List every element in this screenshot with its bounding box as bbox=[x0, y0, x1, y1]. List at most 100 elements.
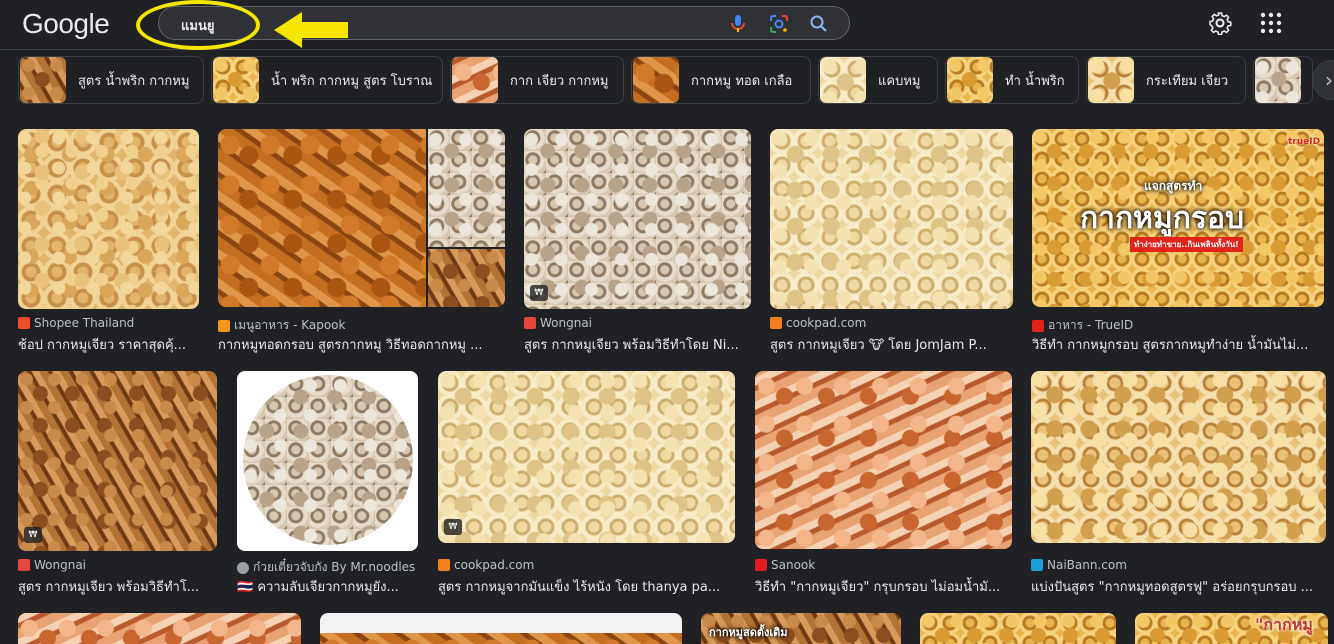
result-source[interactable]: cookpad.com bbox=[438, 558, 735, 572]
chip-thumbnail bbox=[947, 57, 993, 103]
chip-thumbnail bbox=[820, 57, 866, 103]
chip-thumbnail bbox=[633, 57, 679, 103]
result-source[interactable]: เมนูอาหาร - Kapook bbox=[218, 316, 505, 335]
result-thumbnail[interactable] bbox=[320, 613, 682, 644]
overlay-caption: "กากหมู bbox=[1255, 615, 1313, 634]
chip-label: กากหมู ทอด เกลือ bbox=[691, 73, 793, 89]
google-logo[interactable]: Google bbox=[22, 8, 110, 40]
chips-next-button[interactable]: › bbox=[1312, 60, 1334, 100]
result-thumbnail[interactable] bbox=[237, 371, 418, 551]
result-title[interactable]: สูตร กากหมูเจียว 🐮 โดย JomJam P... bbox=[770, 334, 1013, 355]
image-result[interactable]: NaiBann.com แบ่งปันสูตร "กากหมูทอดสูตรฟู… bbox=[1031, 371, 1326, 596]
image-result[interactable]: cookpad.com สูตร กากหมูเจียว 🐮 โดย JomJa… bbox=[770, 129, 1013, 354]
result-title[interactable]: 🇹🇭 ความลับเจียวกากหมูยัง... bbox=[237, 576, 418, 597]
recipe-badge-icon: ₩ bbox=[444, 519, 462, 535]
chip-thumbnail bbox=[213, 57, 259, 103]
result-source[interactable]: Shopee Thailand bbox=[18, 316, 199, 330]
chip-label: กระเทียม เจียว bbox=[1146, 73, 1229, 89]
image-result[interactable] bbox=[18, 613, 301, 644]
search-input[interactable]: แมนยู bbox=[181, 15, 214, 36]
chip-label: น้ำ พริก กากหมู สูตร โบราณ bbox=[271, 73, 433, 89]
favicon-icon bbox=[18, 317, 30, 329]
result-source[interactable]: cookpad.com bbox=[770, 316, 1013, 330]
chip[interactable]: สูตร น้ำพริก กากหมู bbox=[18, 56, 204, 104]
search-box[interactable]: แมนยู bbox=[158, 6, 850, 40]
chip-label: สูตร น้ำพริก กากหมู bbox=[78, 73, 190, 89]
result-source[interactable]: Wongnai bbox=[524, 316, 751, 330]
chevron-right-icon: › bbox=[1325, 68, 1333, 92]
result-thumbnail[interactable]: ₩ bbox=[18, 371, 217, 551]
google-apps-grid-icon[interactable] bbox=[1260, 12, 1282, 34]
chip-thumbnail bbox=[20, 57, 66, 103]
chip-label: แคบหมู bbox=[878, 73, 921, 89]
result-thumbnail[interactable] bbox=[218, 129, 505, 307]
favicon-icon bbox=[1031, 559, 1043, 571]
microphone-icon[interactable] bbox=[729, 14, 747, 34]
result-source[interactable]: NaiBann.com bbox=[1031, 558, 1326, 572]
favicon-icon bbox=[438, 559, 450, 571]
image-result[interactable]: Sanook วิธีทำ "กากหมูเจียว" กรุบกรอบ ไม่… bbox=[755, 371, 1012, 596]
result-thumbnail[interactable]: กากหมูสดตั้งเดิม bbox=[701, 613, 901, 644]
result-source[interactable]: อาหาร - TrueID bbox=[1032, 316, 1324, 335]
result-title[interactable]: วิธีทำ "กากหมูเจียว" กรุบกรอบ ไม่อมน้ำมั… bbox=[755, 576, 1012, 597]
image-result[interactable] bbox=[920, 613, 1116, 644]
image-result[interactable]: ₩ cookpad.com สูตร กากหมูจากมันแข็ง ไร้ห… bbox=[438, 371, 735, 596]
result-source[interactable]: ก๋วยเตี๋ยวจับกัง By Mr.noodles bbox=[237, 558, 418, 577]
result-title[interactable]: แบ่งปันสูตร "กากหมูทอดสูตรฟู" อร่อยกรุบก… bbox=[1031, 576, 1326, 597]
result-thumbnail[interactable] bbox=[18, 613, 301, 644]
image-result[interactable]: แจกสูตรทำ กากหมูกรอบ ทำง่ายทำขาย..กินเพล… bbox=[1032, 129, 1324, 354]
favicon-icon bbox=[1032, 319, 1044, 332]
favicon-icon bbox=[18, 559, 30, 571]
recipe-badge-icon: ₩ bbox=[24, 527, 42, 543]
favicon-icon bbox=[755, 559, 767, 571]
chip-label: กาก เจียว กากหมู bbox=[510, 73, 609, 89]
result-title[interactable]: สูตร กากหมูเจียว พร้อมวิธีทำโดย Ni... bbox=[524, 334, 751, 355]
result-title[interactable]: สูตร กากหมูเจียว พร้อมวิธีทำโ... bbox=[18, 576, 217, 597]
image-result[interactable]: ก๋วยเตี๋ยวจับกัง By Mr.noodles 🇹🇭 ความลั… bbox=[237, 371, 418, 596]
result-thumbnail[interactable]: ₩ bbox=[438, 371, 735, 543]
image-result[interactable]: เมนูอาหาร - Kapook กากหมูทอดกรอบ สูตรกาก… bbox=[218, 129, 505, 354]
search-icon[interactable] bbox=[809, 14, 829, 34]
chip[interactable]: แคบหมู bbox=[818, 56, 938, 104]
settings-gear-icon[interactable] bbox=[1208, 11, 1232, 35]
favicon-icon bbox=[218, 319, 230, 332]
chip[interactable]: น้ำ พริก กากหมู สูตร โบราณ bbox=[211, 56, 443, 104]
result-thumbnail[interactable] bbox=[755, 371, 1012, 549]
result-title[interactable]: สูตร กากหมูจากมันแข็ง ไร้หนัง โดย thanya… bbox=[438, 576, 735, 597]
result-source[interactable]: Sanook bbox=[755, 558, 1012, 572]
image-result[interactable]: กากหมูสดตั้งเดิม bbox=[701, 613, 901, 644]
result-thumbnail[interactable]: "กากหมู bbox=[1135, 613, 1328, 644]
favicon-icon bbox=[770, 317, 782, 329]
image-result[interactable]: ₩ Wongnai สูตร กากหมูเจียว พร้อมวิธีทำโ.… bbox=[18, 371, 217, 596]
chip[interactable]: กระเทียม เจียว bbox=[1086, 56, 1246, 104]
result-title[interactable]: ช้อป กากหมูเจียว ราคาสุดคุ้... bbox=[18, 334, 199, 355]
chip[interactable] bbox=[1253, 56, 1313, 104]
recipe-badge-icon: ₩ bbox=[530, 285, 548, 301]
chip-thumbnail bbox=[1088, 57, 1134, 103]
result-thumbnail[interactable] bbox=[770, 129, 1013, 309]
overlay-title: กากหมูกรอบ bbox=[1080, 201, 1245, 236]
chip-thumbnail bbox=[1255, 57, 1301, 103]
result-thumbnail[interactable] bbox=[1031, 371, 1326, 543]
image-result[interactable]: Shopee Thailand ช้อป กากหมูเจียว ราคาสุด… bbox=[18, 129, 199, 354]
image-result[interactable]: "กากหมู bbox=[1135, 613, 1328, 644]
result-thumbnail[interactable]: แจกสูตรทำ กากหมูกรอบ ทำง่ายทำขาย..กินเพล… bbox=[1032, 129, 1324, 307]
result-thumbnail[interactable]: ₩ bbox=[524, 129, 751, 309]
related-searches-chips: สูตร น้ำพริก กากหมู น้ำ พริก กากหมู สูตร… bbox=[0, 56, 1334, 106]
google-lens-icon[interactable] bbox=[769, 14, 789, 34]
overlay-caption: แจกสูตรทำ bbox=[1144, 179, 1203, 193]
chip[interactable]: กากหมู ทอด เกลือ bbox=[631, 56, 811, 104]
chip[interactable]: ทำ น้ำพริก bbox=[945, 56, 1079, 104]
result-thumbnail[interactable] bbox=[920, 613, 1116, 644]
result-title[interactable]: กากหมูทอดกรอบ สูตรกากหมู วิธีทอดกากหมู .… bbox=[218, 334, 505, 355]
image-result[interactable]: ₩ Wongnai สูตร กากหมูเจียว พร้อมวิธีทำโด… bbox=[524, 129, 751, 354]
chip-thumbnail bbox=[452, 57, 498, 103]
chip[interactable]: กาก เจียว กากหมู bbox=[450, 56, 624, 104]
result-thumbnail[interactable] bbox=[18, 129, 199, 309]
result-source[interactable]: Wongnai bbox=[18, 558, 217, 572]
result-title[interactable]: วิธีทำ กากหมูกรอบ สูตรกากหมูทำง่าย น้ำมั… bbox=[1032, 334, 1324, 355]
brand-watermark: trueID bbox=[1288, 137, 1321, 147]
favicon-icon bbox=[524, 317, 536, 329]
overlay-caption: กากหมูสดตั้งเดิม bbox=[709, 626, 788, 639]
image-result[interactable] bbox=[320, 613, 682, 644]
